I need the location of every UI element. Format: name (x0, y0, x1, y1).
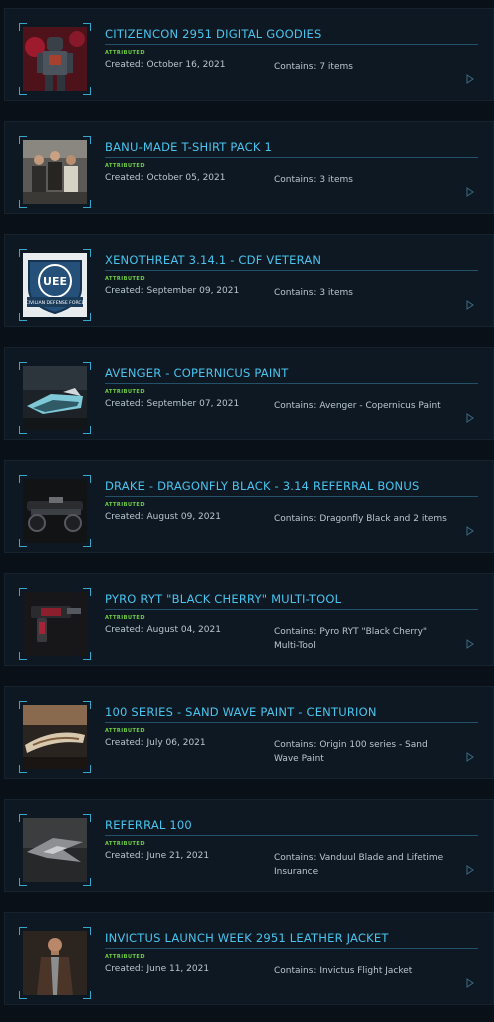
contains-text: Contains: 7 items (274, 62, 353, 72)
pledge-thumbnail[interactable] (19, 362, 91, 434)
created-date: Created: October 16, 2021 (105, 60, 226, 70)
expand-play-icon[interactable] (466, 300, 474, 310)
pledge-thumbnail[interactable] (19, 475, 91, 547)
pledge-thumbnail[interactable]: UEE CIVILIAN DEFENSE FORCE (19, 249, 91, 321)
pledge-thumbnail[interactable] (19, 927, 91, 999)
pledge-title[interactable]: AVENGER - COPERNICUS PAINT (105, 366, 478, 384)
contains-text: Contains: Origin 100 series - Sand Wave … (274, 740, 428, 764)
pledge-title[interactable]: DRAKE - DRAGONFLY BLACK - 3.14 REFERRAL … (105, 479, 478, 497)
status-badge: ATTRIBUTED (105, 728, 145, 734)
status-badge: ATTRIBUTED (105, 954, 145, 960)
created-date: Created: September 09, 2021 (105, 286, 240, 296)
contains-text: Contains: Avenger - Copernicus Paint (274, 401, 441, 411)
pledge-card[interactable]: PYRO RYT "BLACK CHERRY" MULTI-TOOL ATTRIB… (4, 573, 494, 666)
contains-text: Contains: 3 items (274, 288, 353, 298)
pledge-card[interactable]: AVENGER - COPERNICUS PAINT ATTRIBUTED Crea… (4, 347, 494, 440)
expand-play-icon[interactable] (466, 752, 474, 762)
contains-text: Contains: Vanduul Blade and Lifetime Ins… (274, 853, 444, 877)
pledge-card[interactable]: UEE CIVILIAN DEFENSE FORCE XENOTHREAT 3.14… (4, 234, 494, 327)
tshirt-pack-thumbnail (23, 140, 87, 204)
expand-play-icon[interactable] (466, 978, 474, 988)
expand-play-icon[interactable] (466, 865, 474, 875)
leather-jacket-thumbnail (23, 931, 87, 995)
created-date: Created: September 07, 2021 (105, 399, 240, 409)
status-badge: ATTRIBUTED (105, 50, 145, 56)
dragonfly-bike-thumbnail (23, 479, 87, 543)
pledge-card[interactable]: INVICTUS LAUNCH WEEK 2951 LEATHER JACKET… (4, 912, 494, 1005)
multitool-thumbnail (23, 592, 87, 656)
pledge-title[interactable]: 100 SERIES - SAND WAVE PAINT - CENTURION (105, 705, 478, 723)
status-badge: ATTRIBUTED (105, 615, 145, 621)
status-badge: ATTRIBUTED (105, 389, 145, 395)
created-date: Created: July 06, 2021 (105, 738, 206, 748)
contains-text: Contains: Pyro RYT "Black Cherry" Multi-… (274, 627, 428, 651)
badge-text: UEE (43, 275, 67, 288)
status-badge: ATTRIBUTED (105, 841, 145, 847)
pledge-title[interactable]: XENOTHREAT 3.14.1 - CDF VETERAN (105, 253, 478, 271)
pledge-title[interactable]: REFERRAL 100 (105, 818, 478, 836)
badge-arc: CIVILIAN DEFENSE FORCE (25, 300, 84, 306)
pledge-card[interactable]: CITIZENCON 2951 DIGITAL GOODIES ATTRIBUTE… (4, 8, 494, 101)
contains-text: Contains: Invictus Flight Jacket (274, 966, 413, 976)
expand-play-icon[interactable] (466, 74, 474, 84)
expand-play-icon[interactable] (466, 639, 474, 649)
pledge-title[interactable]: INVICTUS LAUNCH WEEK 2951 LEATHER JACKET (105, 931, 478, 949)
contains-text: Contains: 3 items (274, 175, 353, 185)
pledge-thumbnail[interactable] (19, 701, 91, 773)
created-date: Created: October 05, 2021 (105, 173, 226, 183)
pledge-title[interactable]: PYRO RYT "BLACK CHERRY" MULTI-TOOL (105, 592, 478, 610)
pledge-title[interactable]: BANU-MADE T-SHIRT PACK 1 (105, 140, 478, 158)
pledge-thumbnail[interactable] (19, 588, 91, 660)
pledge-card[interactable]: REFERRAL 100 ATTRIBUTED Created: June 21, … (4, 799, 494, 892)
vanduul-blade-thumbnail (23, 818, 87, 882)
created-date: Created: June 21, 2021 (105, 851, 210, 861)
created-date: Created: June 11, 2021 (105, 964, 210, 974)
avenger-ship-thumbnail (23, 366, 87, 430)
pledge-title[interactable]: CITIZENCON 2951 DIGITAL GOODIES (105, 27, 478, 45)
pledge-thumbnail[interactable] (19, 814, 91, 886)
status-badge: ATTRIBUTED (105, 502, 145, 508)
pledge-card[interactable]: DRAKE - DRAGONFLY BLACK - 3.14 REFERRAL … (4, 460, 494, 553)
expand-play-icon[interactable] (466, 526, 474, 536)
pledge-card[interactable]: 100 SERIES - SAND WAVE PAINT - CENTURION… (4, 686, 494, 779)
expand-play-icon[interactable] (466, 187, 474, 197)
pledge-thumbnail[interactable] (19, 23, 91, 95)
citizencon-armor-thumbnail (23, 27, 87, 91)
created-date: Created: August 04, 2021 (105, 625, 221, 635)
expand-play-icon[interactable] (466, 413, 474, 423)
origin-100-ship-thumbnail (23, 705, 87, 769)
contains-text: Contains: Dragonfly Black and 2 items (274, 514, 447, 524)
pledge-thumbnail[interactable] (19, 136, 91, 208)
status-badge: ATTRIBUTED (105, 163, 145, 169)
status-badge: ATTRIBUTED (105, 276, 145, 282)
created-date: Created: August 09, 2021 (105, 512, 221, 522)
pledge-card[interactable]: BANU-MADE T-SHIRT PACK 1 ATTRIBUTED Create… (4, 121, 494, 214)
civilian-defense-force-badge: UEE CIVILIAN DEFENSE FORCE (23, 253, 87, 317)
